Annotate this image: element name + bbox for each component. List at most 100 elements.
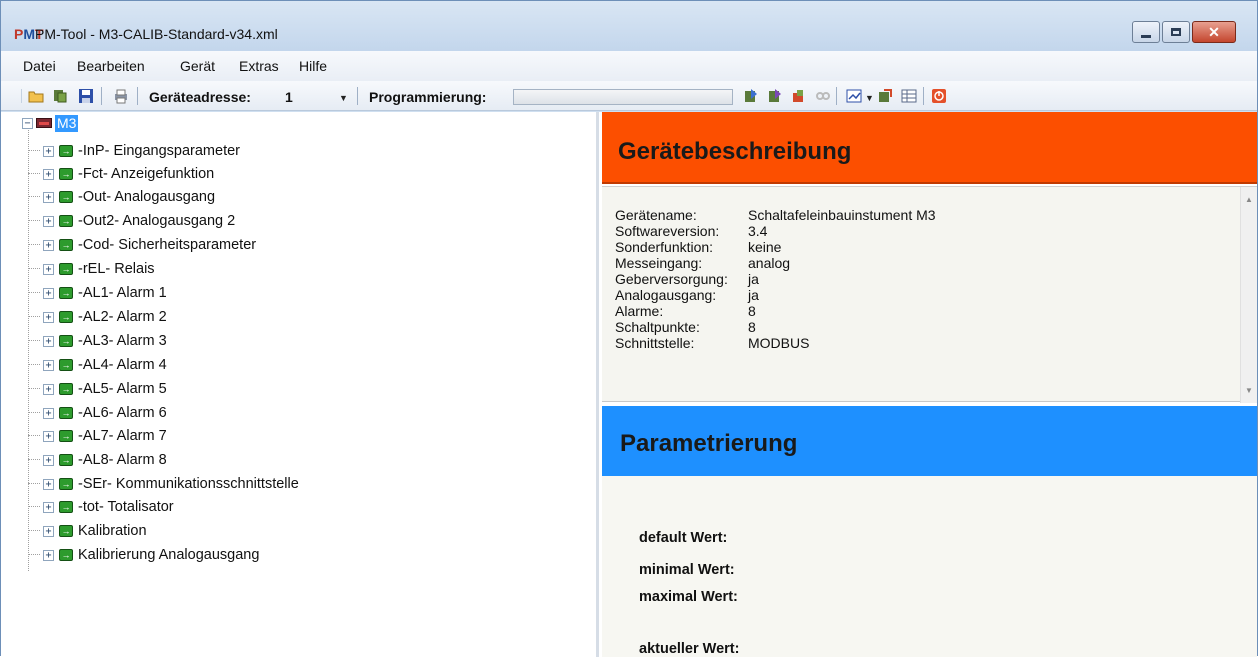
parameter-group-icon: →	[59, 359, 73, 371]
tree-item-al3[interactable]: + → -AL3- Alarm 3	[28, 331, 167, 351]
parameter-group-icon: →	[59, 525, 73, 537]
tree-item-tot[interactable]: + → -tot- Totalisator	[28, 497, 174, 517]
programming-label: Programmierung:	[369, 89, 487, 105]
table-icon[interactable]	[901, 88, 917, 104]
transfer-icon[interactable]	[877, 88, 893, 104]
tree-item-kalibrierung-analogausgang[interactable]: + → Kalibrierung Analogausgang	[28, 545, 259, 565]
device-description-panel[interactable]: Gerätename: Schaltafeleinbauinstument M3…	[602, 186, 1257, 403]
menu-datei[interactable]: Datei	[23, 58, 56, 74]
menu-bearbeiten[interactable]: Bearbeiten	[77, 58, 145, 74]
tree-item-inp[interactable]: + → -InP- Eingangsparameter	[28, 141, 240, 161]
desc-key-geraetename: Gerätename:	[615, 207, 697, 223]
tree-item-al4[interactable]: + → -AL4- Alarm 4	[28, 355, 167, 375]
main-content: − M3 + → -InP- Eingangsparameter + → -Fct- A…	[1, 112, 1257, 657]
desc-key-geberversorgung: Geberversorgung:	[615, 271, 728, 287]
parameter-group-icon: →	[59, 287, 73, 299]
expand-icon[interactable]: +	[43, 478, 54, 490]
expand-icon[interactable]: +	[43, 407, 54, 419]
desc-value-schaltpunkte: 8	[748, 319, 756, 335]
menu-geraet[interactable]: Gerät	[180, 58, 215, 74]
tree-item-al6[interactable]: + → -AL6- Alarm 6	[28, 403, 167, 423]
expand-icon[interactable]: +	[43, 215, 54, 227]
tree-item-al2[interactable]: + → -AL2- Alarm 2	[28, 307, 167, 327]
parameter-group-icon: →	[59, 407, 73, 419]
parameter-group-icon: →	[59, 430, 73, 442]
parameter-group-icon: →	[59, 191, 73, 203]
desc-value-sonderfunktion: keine	[748, 239, 782, 255]
expand-icon[interactable]: +	[43, 335, 54, 347]
expand-icon[interactable]: +	[43, 287, 54, 299]
device-address-select[interactable]: 1	[285, 89, 293, 105]
toolbar-grip[interactable]	[21, 89, 22, 103]
toolbar: Geräteadresse: 1 ▼ Programmierung: ▼	[1, 81, 1257, 111]
app-window: PMT PM-Tool - M3-CALIB-Standard-v34.xml …	[0, 0, 1258, 657]
expand-icon[interactable]: +	[43, 145, 54, 157]
expand-icon[interactable]: +	[43, 430, 54, 442]
description-scrollbar[interactable]: ▲ ▼	[1240, 187, 1257, 403]
tree-item-out[interactable]: + → -Out- Analogausgang	[28, 187, 215, 207]
menu-hilfe[interactable]: Hilfe	[299, 58, 327, 74]
tree-root-label[interactable]: M3	[55, 114, 79, 132]
maximize-button[interactable]	[1162, 21, 1190, 43]
expand-icon[interactable]: +	[43, 359, 54, 371]
power-icon[interactable]	[931, 88, 947, 104]
desc-key-softwareversion: Softwareversion:	[615, 223, 720, 239]
tree-item-ser[interactable]: + → -SEr- Kommunikationsschnittstelle	[28, 474, 299, 494]
chevron-down-icon[interactable]: ▼	[339, 93, 348, 103]
expand-icon[interactable]: +	[43, 549, 54, 561]
chevron-down-icon[interactable]: ▼	[865, 93, 874, 103]
tree-item-fct[interactable]: + → -Fct- Anzeigefunktion	[28, 164, 214, 184]
tree-item-al7[interactable]: + → -AL7- Alarm 7	[28, 426, 167, 446]
menu-bar: Datei Bearbeiten Gerät Extras Hilfe	[1, 51, 1257, 81]
tree-root-node[interactable]: − M3	[22, 114, 79, 132]
upload-icon[interactable]	[791, 88, 807, 104]
menu-extras[interactable]: Extras	[239, 58, 279, 74]
scroll-down-icon[interactable]: ▼	[1245, 386, 1253, 395]
desc-value-analogausgang: ja	[748, 287, 759, 303]
expand-icon[interactable]: +	[43, 311, 54, 323]
toolbar-separator	[357, 87, 358, 105]
parameter-tree[interactable]: − M3 + → -InP- Eingangsparameter + → -Fct- A…	[17, 112, 599, 657]
expand-icon[interactable]: +	[43, 383, 54, 395]
read-device-icon[interactable]	[52, 88, 68, 104]
chart-icon[interactable]	[846, 88, 862, 104]
parameter-group-icon: →	[59, 501, 73, 513]
expand-icon[interactable]: +	[43, 263, 54, 275]
expand-icon[interactable]: +	[43, 191, 54, 203]
tree-item-cod[interactable]: + → -Cod- Sicherheitsparameter	[28, 235, 256, 255]
tree-item-rel[interactable]: + → -rEL- Relais	[28, 259, 155, 279]
save-icon[interactable]	[78, 88, 94, 104]
expand-icon[interactable]: +	[43, 525, 54, 537]
tree-connector	[28, 126, 29, 571]
expand-icon[interactable]: +	[43, 454, 54, 466]
minimize-icon	[1141, 34, 1151, 38]
expand-icon[interactable]: +	[43, 239, 54, 251]
desc-key-analogausgang: Analogausgang:	[615, 287, 717, 303]
scroll-up-icon[interactable]: ▲	[1245, 195, 1253, 204]
tree-item-al1[interactable]: + → -AL1- Alarm 1	[28, 283, 167, 303]
expand-icon[interactable]: +	[43, 501, 54, 513]
tree-item-al5[interactable]: + → -AL5- Alarm 5	[28, 379, 167, 399]
tree-item-out2[interactable]: + → -Out2- Analogausgang 2	[28, 211, 235, 231]
write-device-icon[interactable]	[743, 88, 759, 104]
close-button[interactable]: ✕	[1192, 21, 1236, 43]
minimize-button[interactable]	[1132, 21, 1160, 43]
parameter-group-icon: →	[59, 145, 73, 157]
programming-progress-bar	[513, 89, 733, 105]
parameter-group-icon: →	[59, 549, 73, 561]
open-folder-icon[interactable]	[28, 88, 44, 104]
desc-value-geraetename: Schaltafeleinbauinstument M3	[748, 207, 936, 223]
title-bar[interactable]: PMT PM-Tool - M3-CALIB-Standard-v34.xml …	[1, 1, 1257, 51]
link-icon[interactable]	[815, 88, 831, 104]
tree-item-al8[interactable]: + → -AL8- Alarm 8	[28, 450, 167, 470]
parameter-group-icon: →	[59, 454, 73, 466]
tree-item-kalibration[interactable]: + → Kalibration	[28, 521, 147, 541]
device-description-header: Gerätebeschreibung	[602, 112, 1257, 184]
desc-value-schnittstelle: MODBUS	[748, 335, 810, 351]
read-all-icon[interactable]	[767, 88, 783, 104]
parameter-group-icon: →	[59, 215, 73, 227]
collapse-icon[interactable]: −	[22, 117, 33, 129]
print-icon[interactable]	[113, 88, 129, 104]
parameter-header: Parametrierung	[602, 406, 1257, 476]
expand-icon[interactable]: +	[43, 168, 54, 180]
